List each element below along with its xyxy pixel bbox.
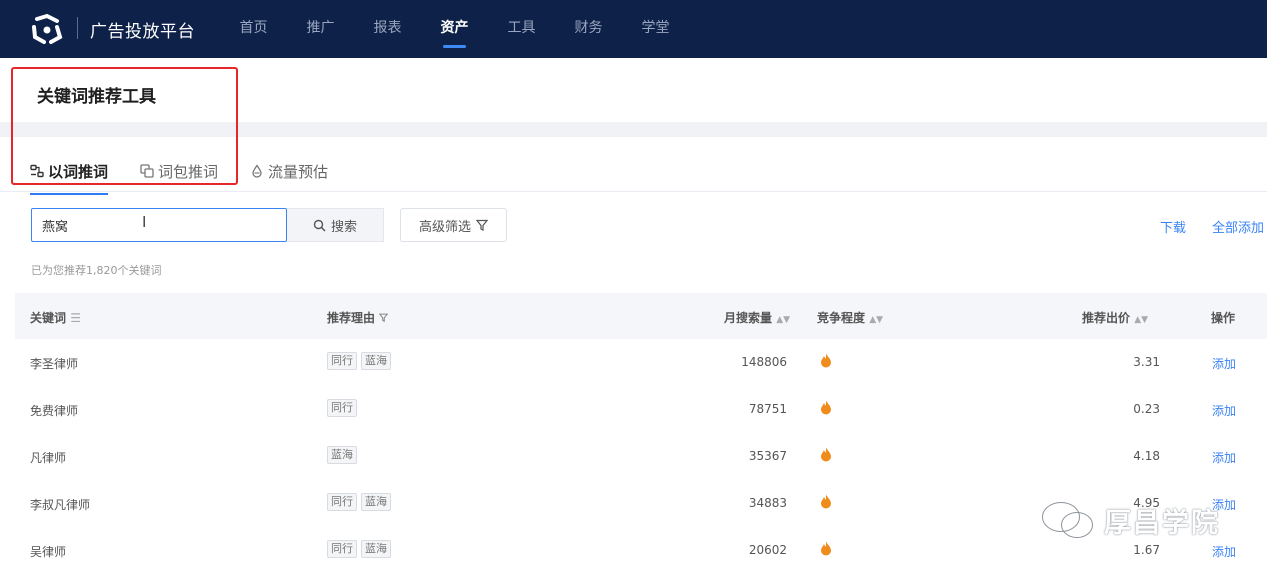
- nav-item-report[interactable]: 报表: [354, 0, 421, 58]
- cell-monthly-search: 35367: [748, 449, 787, 463]
- cell-reason: 蓝海: [327, 446, 361, 464]
- tag-blue-ocean: 蓝海: [361, 352, 391, 370]
- table-row: 李圣律师 同行 蓝海 148806 3.31 添加: [15, 339, 1267, 387]
- add-keyword-link[interactable]: 添加: [1212, 449, 1236, 466]
- filter-icon[interactable]: [378, 313, 389, 323]
- cell-bid: 0.23: [1133, 402, 1160, 416]
- sort-icon[interactable]: ▲▼: [869, 315, 883, 325]
- tag-peer: 同行: [327, 399, 357, 417]
- cell-keyword: 免费律师: [30, 404, 79, 418]
- tag-peer: 同行: [327, 540, 357, 558]
- advanced-filter-label: 高级筛选: [418, 219, 471, 235]
- main-nav: 首页 推广 报表 资产 工具 财务 学堂: [220, 0, 689, 58]
- recommend-count-hint: 已为您推荐1,820个关键词: [31, 264, 162, 277]
- cell-bid: 1.67: [1133, 543, 1160, 557]
- text-cursor-icon: I: [142, 213, 147, 231]
- tab-label: 流量预估: [268, 162, 329, 181]
- watermark-text: 厚昌学院: [1104, 507, 1220, 539]
- nav-item-tools[interactable]: 工具: [488, 0, 555, 58]
- flame-icon: [821, 447, 831, 462]
- tag-peer: 同行: [327, 352, 357, 370]
- column-settings-icon[interactable]: ☰: [70, 311, 81, 325]
- cell-monthly-search: 148806: [741, 355, 787, 369]
- search-button[interactable]: 搜索: [287, 208, 384, 242]
- watermark: 厚昌学院: [1040, 500, 1220, 540]
- col-header-monthly-search[interactable]: 月搜索量 ▲▼: [724, 309, 790, 326]
- tag-blue-ocean: 蓝海: [361, 540, 391, 558]
- keyword-search-input[interactable]: [31, 208, 287, 242]
- top-navbar: 广告投放平台 首页 推广 报表 资产 工具 财务 学堂: [0, 0, 1267, 58]
- cell-monthly-search: 34883: [748, 496, 787, 510]
- cell-reason: 同行 蓝海: [327, 352, 395, 370]
- cell-reason: 同行: [327, 399, 361, 417]
- nav-item-promote[interactable]: 推广: [287, 0, 354, 58]
- col-header-keyword[interactable]: 关键词 ☰: [30, 309, 81, 326]
- flame-icon: [821, 400, 831, 415]
- nav-item-finance[interactable]: 财务: [555, 0, 622, 58]
- tag-blue-ocean: 蓝海: [361, 493, 391, 511]
- col-header-action: 操作: [1211, 311, 1236, 325]
- tag-peer: 同行: [327, 493, 357, 511]
- col-header-competition[interactable]: 竞争程度 ▲▼: [817, 309, 883, 326]
- cell-keyword: 李叔凡律师: [30, 498, 91, 512]
- drop-icon: [250, 164, 264, 178]
- tab-traffic-estimate[interactable]: 流量预估: [250, 152, 328, 190]
- table-row: 免费律师 同行 78751 0.23 添加: [15, 386, 1267, 434]
- nav-item-home[interactable]: 首页: [220, 0, 287, 58]
- brand-name: 广告投放平台: [90, 22, 195, 42]
- add-all-link[interactable]: 全部添加: [1212, 217, 1264, 236]
- flame-icon: [821, 494, 831, 509]
- sort-icon[interactable]: ▲▼: [1134, 315, 1148, 325]
- tag-blue-ocean: 蓝海: [327, 446, 357, 464]
- table-row: 凡律师 蓝海 35367 4.18 添加: [15, 433, 1267, 481]
- annotation-highlight-box: [11, 67, 238, 185]
- logo-divider: [77, 17, 78, 39]
- flame-icon: [821, 541, 831, 556]
- col-header-reason[interactable]: 推荐理由: [327, 309, 389, 326]
- cell-reason: 同行 蓝海: [327, 493, 395, 511]
- sort-icon[interactable]: ▲▼: [776, 315, 790, 325]
- advanced-filter-button[interactable]: 高级筛选: [400, 208, 507, 242]
- tabs-divider: [0, 191, 1267, 192]
- table-header: 关键词 ☰ 推荐理由 月搜索量 ▲▼ 竞争程度 ▲▼ 推荐出价 ▲▼ 操作: [15, 293, 1267, 339]
- cell-monthly-search: 78751: [748, 402, 787, 416]
- search-icon: [313, 219, 326, 232]
- col-header-bid[interactable]: 推荐出价 ▲▼: [1082, 309, 1148, 326]
- logo-icon[interactable]: [30, 13, 64, 45]
- wechat-icon: [1042, 502, 1093, 538]
- cell-reason: 同行 蓝海: [327, 540, 395, 558]
- search-button-label: 搜索: [330, 219, 357, 235]
- download-link[interactable]: 下载: [1160, 217, 1186, 236]
- add-keyword-link[interactable]: 添加: [1212, 355, 1236, 372]
- flame-icon: [821, 353, 831, 368]
- cell-keyword: 凡律师: [30, 451, 67, 465]
- cell-monthly-search: 20602: [748, 543, 787, 557]
- cell-bid: 3.31: [1133, 355, 1160, 369]
- nav-item-academy[interactable]: 学堂: [622, 0, 689, 58]
- cell-bid: 4.18: [1133, 449, 1160, 463]
- cell-keyword: 李圣律师: [30, 357, 79, 371]
- add-keyword-link[interactable]: 添加: [1212, 402, 1236, 419]
- filter-icon: [476, 219, 488, 231]
- cell-keyword: 吴律师: [30, 545, 67, 559]
- add-keyword-link[interactable]: 添加: [1212, 543, 1236, 560]
- nav-item-assets[interactable]: 资产: [421, 0, 488, 58]
